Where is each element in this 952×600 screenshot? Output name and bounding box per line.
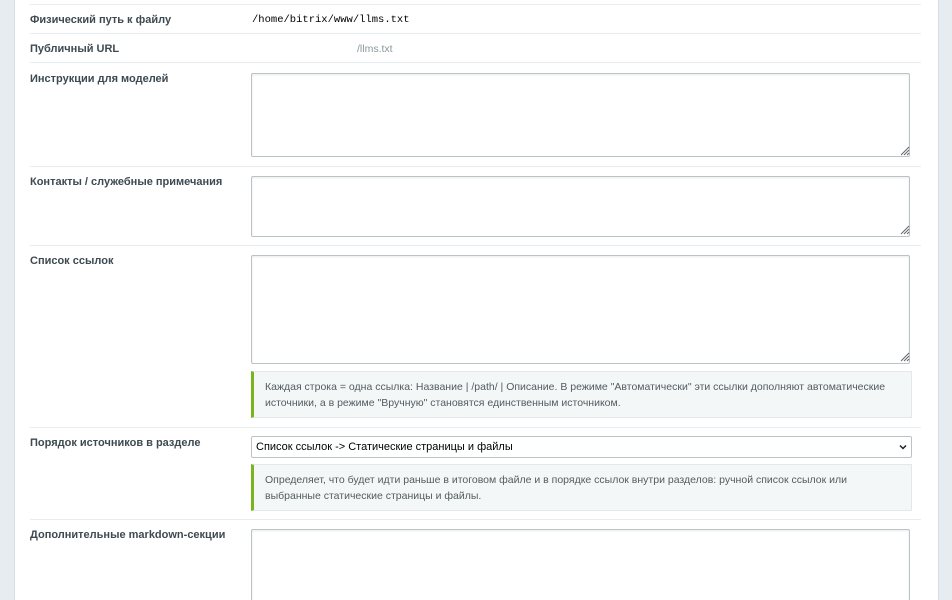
physical-path-row: Физический путь к файлу /home/bitrix/www…: [30, 4, 921, 34]
contacts-row: Контакты / служебные примечания: [30, 168, 921, 246]
public-url-value[interactable]: /llms.txt: [357, 43, 393, 55]
settings-panel: Физический путь к файлу /home/bitrix/www…: [14, 0, 939, 600]
contacts-textarea[interactable]: [251, 176, 910, 237]
instructions-row: Инструкции для моделей: [30, 64, 921, 167]
public-url-row: Публичный URL /llms.txt: [30, 34, 921, 63]
extra-markdown-row: Дополнительные markdown-секции: [30, 521, 921, 600]
links-list-hint: Каждая строка = одна ссылка: Название | …: [251, 371, 912, 418]
links-list-textarea[interactable]: [251, 255, 910, 364]
extra-markdown-label: Дополнительные markdown-секции: [30, 529, 226, 541]
contacts-label: Контакты / служебные примечания: [30, 176, 223, 188]
resize-grip-icon[interactable]: [899, 145, 910, 156]
sources-order-label: Порядок источников в разделе: [30, 437, 201, 449]
instructions-label: Инструкции для моделей: [30, 73, 169, 85]
physical-path-label: Физический путь к файлу: [30, 14, 172, 26]
instructions-textarea[interactable]: [251, 73, 910, 157]
physical-path-value: /home/bitrix/www/llms.txt: [252, 14, 410, 26]
public-url-label: Публичный URL: [30, 43, 120, 55]
sources-order-select[interactable]: Список ссылок -> Статические страницы и …: [251, 436, 912, 458]
sources-order-hint: Определяет, что будет идти раньше в итог…: [251, 464, 912, 511]
chevron-down-icon: [899, 444, 907, 450]
links-list-label: Список ссылок: [30, 255, 114, 267]
sources-order-row: Порядок источников в разделе Список ссыл…: [30, 429, 921, 520]
resize-grip-icon[interactable]: [899, 224, 910, 235]
links-list-row: Список ссылок Каждая строка = одна ссылк…: [30, 247, 921, 428]
sources-order-selected: Список ссылок -> Статические страницы и …: [256, 441, 513, 453]
extra-markdown-textarea[interactable]: [251, 529, 910, 600]
resize-grip-icon[interactable]: [899, 351, 910, 362]
